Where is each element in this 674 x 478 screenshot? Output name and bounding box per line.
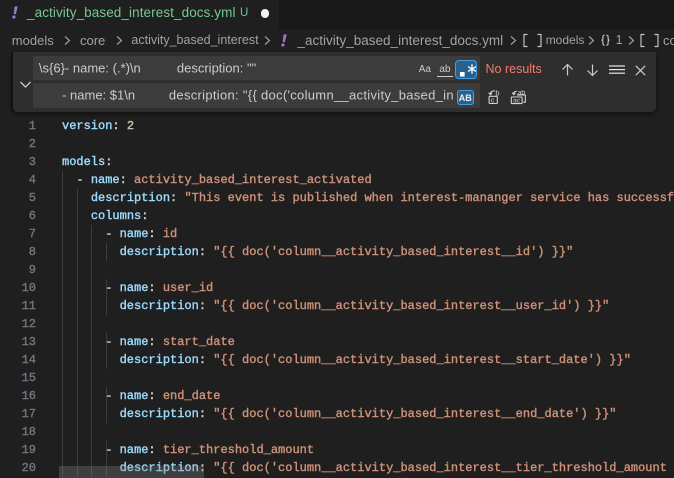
svg-text:c: c [491, 95, 495, 104]
svg-text:ab: ab [518, 89, 526, 96]
svg-text:b: b [495, 89, 499, 97]
svg-text:ac: ac [513, 97, 521, 104]
